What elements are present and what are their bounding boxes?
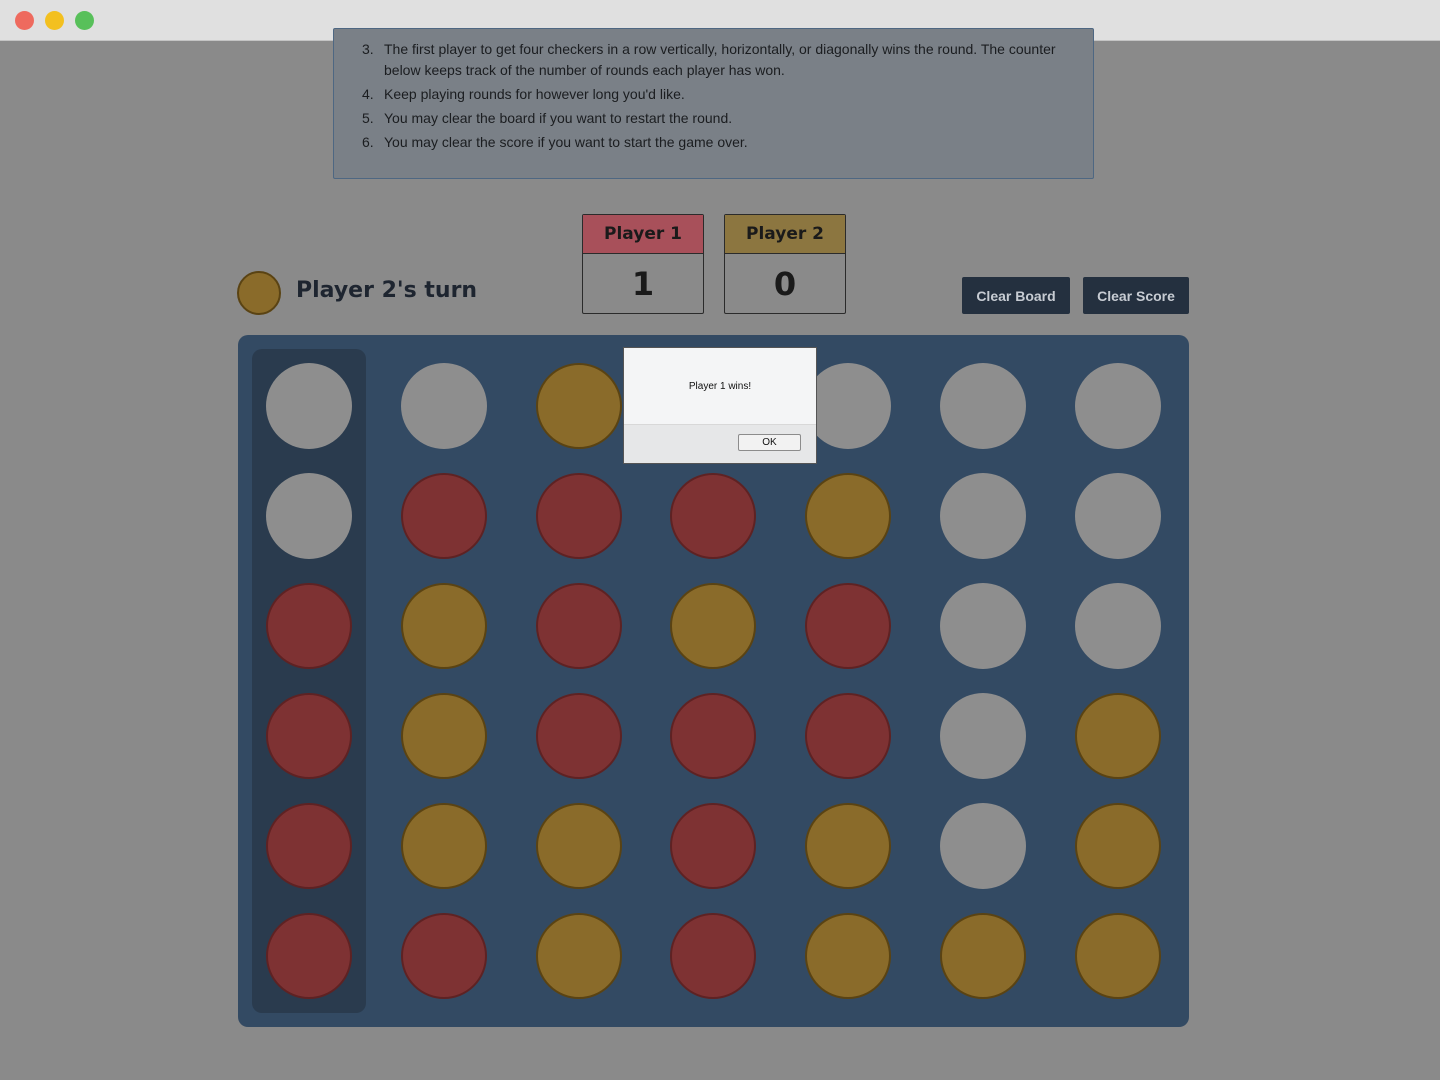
instructions-panel: 3. The first player to get four checkers… xyxy=(333,28,1094,179)
player2-score-card: Player 2 0 xyxy=(724,214,846,314)
close-window-button[interactable] xyxy=(15,11,34,30)
alert-message: Player 1 wins! xyxy=(688,381,752,392)
player1-checker[interactable] xyxy=(536,693,622,779)
player2-checker[interactable] xyxy=(1075,693,1161,779)
player2-checker[interactable] xyxy=(1075,803,1161,889)
instruction-text: Keep playing rounds for however long you… xyxy=(384,86,685,102)
minimize-window-button[interactable] xyxy=(45,11,64,30)
empty-slot[interactable] xyxy=(940,693,1026,779)
player2-checker[interactable] xyxy=(401,693,487,779)
player1-checker[interactable] xyxy=(536,473,622,559)
player2-score-label: Player 2 xyxy=(725,215,845,253)
player1-score-label: Player 1 xyxy=(583,215,703,253)
clear-score-button[interactable]: Clear Score xyxy=(1083,277,1189,314)
instruction-text: The first player to get four checkers in… xyxy=(384,41,1056,78)
clear-board-button[interactable]: Clear Board xyxy=(962,277,1070,314)
player1-checker[interactable] xyxy=(266,803,352,889)
player2-score-value: 0 xyxy=(725,253,845,313)
empty-slot[interactable] xyxy=(940,803,1026,889)
player1-checker[interactable] xyxy=(670,803,756,889)
empty-slot[interactable] xyxy=(266,473,352,559)
player1-checker[interactable] xyxy=(266,693,352,779)
empty-slot[interactable] xyxy=(1075,363,1161,449)
player1-score-card: Player 1 1 xyxy=(582,214,704,314)
player2-checker[interactable] xyxy=(670,583,756,669)
instruction-number: 3. xyxy=(362,41,374,57)
player2-checker[interactable] xyxy=(536,803,622,889)
instruction-item: 3. The first player to get four checkers… xyxy=(362,39,1062,81)
player1-checker[interactable] xyxy=(670,473,756,559)
player2-checker[interactable] xyxy=(536,913,622,999)
player2-checker[interactable] xyxy=(401,583,487,669)
empty-slot[interactable] xyxy=(1075,583,1161,669)
player1-score-value: 1 xyxy=(583,253,703,313)
empty-slot[interactable] xyxy=(1075,473,1161,559)
player2-checker[interactable] xyxy=(401,803,487,889)
turn-indicator-label: Player 2's turn xyxy=(296,278,478,303)
player1-checker[interactable] xyxy=(805,693,891,779)
player1-checker[interactable] xyxy=(266,583,352,669)
empty-slot[interactable] xyxy=(940,363,1026,449)
alert-footer: OK xyxy=(624,424,816,463)
player1-checker[interactable] xyxy=(670,913,756,999)
instruction-number: 5. xyxy=(362,110,374,126)
player2-checker[interactable] xyxy=(805,473,891,559)
instruction-number: 4. xyxy=(362,86,374,102)
empty-slot[interactable] xyxy=(401,363,487,449)
alert-ok-button[interactable]: OK xyxy=(738,434,801,451)
zoom-window-button[interactable] xyxy=(75,11,94,30)
instruction-text: You may clear the score if you want to s… xyxy=(384,134,748,150)
empty-slot[interactable] xyxy=(940,583,1026,669)
current-turn-checker xyxy=(237,271,281,315)
player1-checker[interactable] xyxy=(401,913,487,999)
instruction-item: 4. Keep playing rounds for however long … xyxy=(362,84,1062,105)
empty-slot[interactable] xyxy=(266,363,352,449)
instruction-number: 6. xyxy=(362,134,374,150)
empty-slot[interactable] xyxy=(940,473,1026,559)
instruction-text: You may clear the board if you want to r… xyxy=(384,110,733,126)
player2-checker[interactable] xyxy=(1075,913,1161,999)
player2-checker[interactable] xyxy=(536,363,622,449)
instruction-item: 5. You may clear the board if you want t… xyxy=(362,108,1062,129)
instructions-list: 3. The first player to get four checkers… xyxy=(362,39,1062,156)
player1-checker[interactable] xyxy=(266,913,352,999)
player1-checker[interactable] xyxy=(805,583,891,669)
player1-checker[interactable] xyxy=(670,693,756,779)
player2-checker[interactable] xyxy=(940,913,1026,999)
alert-dialog: Player 1 wins! OK xyxy=(623,347,817,464)
empty-slot[interactable] xyxy=(805,363,891,449)
player2-checker[interactable] xyxy=(805,803,891,889)
player1-checker[interactable] xyxy=(401,473,487,559)
instruction-item: 6. You may clear the score if you want t… xyxy=(362,132,1062,153)
player2-checker[interactable] xyxy=(805,913,891,999)
player1-checker[interactable] xyxy=(536,583,622,669)
